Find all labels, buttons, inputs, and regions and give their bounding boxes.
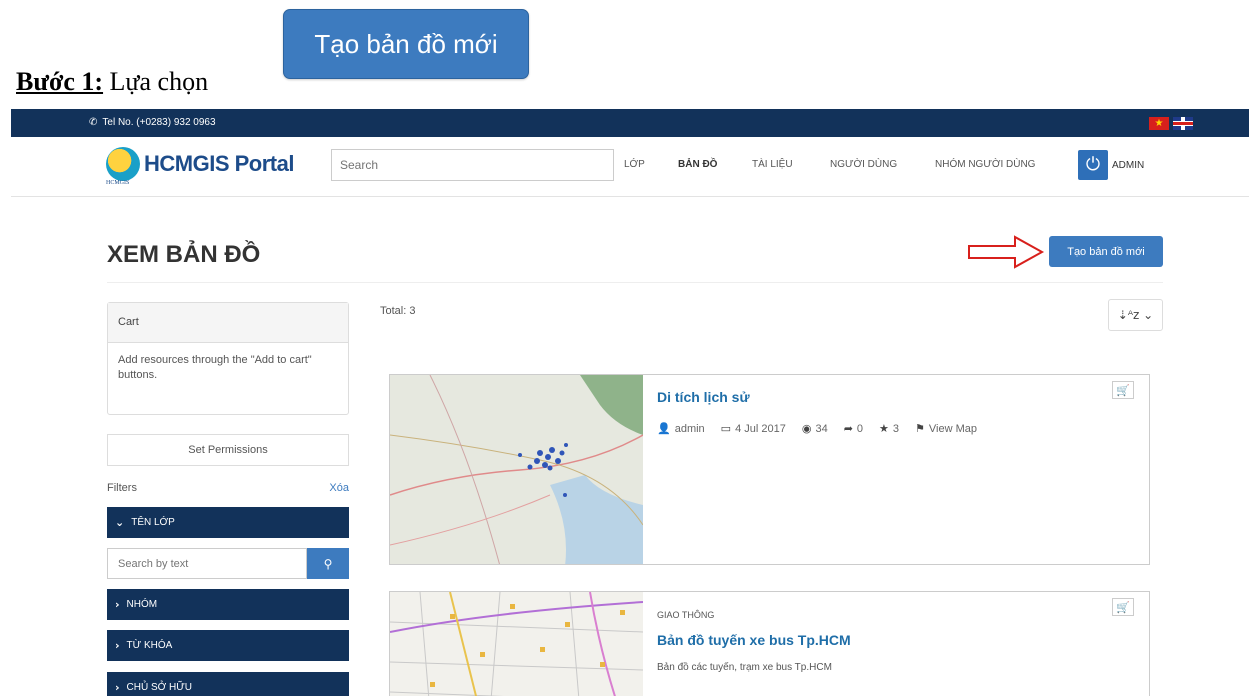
chevron-right-icon: › (115, 639, 120, 652)
sort-alpha-icon[interactable]: ⇣ᴬz ⌄ (1108, 299, 1163, 331)
brand-logo[interactable]: HCMGIS HCMGIS Portal (106, 147, 294, 186)
nav-layers[interactable]: LỚP (624, 159, 645, 170)
user-menu[interactable]: ⏻ ADMIN (1078, 150, 1144, 180)
facet-layer-name[interactable]: ⌄ TÊN LỚP (107, 507, 349, 538)
nav-people[interactable]: NGƯỜI DÙNG (830, 159, 897, 170)
date: ▭ 4 Jul 2017 (721, 422, 786, 435)
search-icon[interactable]: ⚲ (307, 548, 349, 579)
view-map-label: View Map (928, 423, 978, 435)
logo-mark-icon: HCMGIS (106, 147, 140, 186)
map-card[interactable]: 🛒 Di tích lịch sử 👤 admin ▭ 4 Jul 2017 ◉ 34… (389, 374, 1150, 565)
rating-value: 3 (892, 423, 900, 435)
facet-owner[interactable]: › CHỦ SỞ HỮU (107, 672, 349, 696)
map-marker-icon: ⚑ (915, 422, 925, 435)
cart-panel: Cart Add resources through the "Add to c… (107, 302, 349, 415)
phone-icon: ✆ (89, 117, 98, 128)
brand-name: HCMGIS Portal (144, 151, 294, 176)
cart-title: Cart (108, 303, 348, 343)
filters-label: Filters (107, 482, 137, 494)
map-title[interactable]: Bản đồ tuyến xe bus Tp.HCM (657, 632, 851, 648)
uk-flag-icon[interactable] (1173, 117, 1193, 130)
map-category: GIAO THÔNG (657, 610, 715, 620)
page-title: XEM BẢN ĐỒ (107, 241, 261, 268)
owner-name: admin (674, 423, 705, 435)
shopping-cart-icon[interactable]: 🛒 (1112, 381, 1134, 399)
facet-label: CHỦ SỞ HỮU (126, 682, 192, 693)
nav-maps[interactable]: BẢN ĐỒ (678, 159, 717, 170)
text-search: ⚲ (107, 548, 349, 579)
shopping-cart-icon[interactable]: 🛒 (1112, 598, 1134, 616)
map-description: Bản đồ các tuyến, trạm xe bus Tp.HCM (657, 662, 832, 673)
top-bar: ✆ Tel No. (+0283) 932 0963 ★ (11, 109, 1249, 137)
shares: ➦ 0 (844, 422, 863, 435)
view-map-link[interactable]: ⚑ View Map (915, 422, 977, 435)
set-permissions-button[interactable]: Set Permissions (107, 434, 349, 466)
portal-screenshot: ✆ Tel No. (+0283) 932 0963 ★ HCMGIS HCMG… (11, 109, 1249, 696)
step-button-illustration: Tạo bản đồ mới (283, 9, 529, 79)
owner[interactable]: 👤 admin (657, 422, 705, 435)
phone-contact: ✆ Tel No. (+0283) 932 0963 (89, 117, 216, 128)
language-switcher: ★ (1149, 117, 1193, 130)
facet-label: TỪ KHÓA (126, 640, 173, 651)
main-navbar: HCMGIS HCMGIS Portal LỚP BẢN ĐỒ TÀI LIỆU… (11, 137, 1249, 197)
date-value: 4 Jul 2017 (735, 423, 786, 435)
facet-label: TÊN LỚP (131, 517, 175, 528)
logo-subtext: HCMGIS (106, 180, 130, 186)
views: ◉ 34 (802, 422, 828, 435)
results-total: Total: 3 (380, 305, 416, 317)
views-count: 34 (815, 423, 828, 435)
chevron-right-icon: › (115, 598, 120, 611)
facet-group[interactable]: › NHÓM (107, 589, 349, 620)
chevron-right-icon: › (115, 681, 120, 694)
eye-icon: ◉ (801, 422, 812, 435)
facet-keyword[interactable]: › TỪ KHÓA (107, 630, 349, 661)
text-search-input[interactable] (107, 548, 307, 579)
map-meta: 👤 admin ▭ 4 Jul 2017 ◉ 34 ➦ 0 ★ 3 ⚑ View Map (657, 422, 977, 435)
nav-groups[interactable]: NHÓM NGƯỜI DÙNG (935, 159, 1035, 170)
user-name: ADMIN (1112, 159, 1145, 171)
step-caption: Bước 1: Lựa chọn (16, 67, 208, 97)
red-arrow-icon (968, 235, 1045, 269)
step-text: Lựa chọn (109, 67, 209, 96)
filters-header: Filters Xóa (107, 482, 349, 494)
shares-count: 0 (856, 423, 864, 435)
clear-filters-link[interactable]: Xóa (329, 482, 349, 494)
power-icon: ⏻ (1078, 150, 1108, 180)
star-icon: ★ (879, 422, 889, 435)
facet-label: NHÓM (126, 599, 158, 610)
calendar-icon: ▭ (720, 422, 732, 435)
share-icon: ➦ (843, 422, 853, 435)
title-divider (107, 282, 1163, 283)
vietnam-flag-icon[interactable]: ★ (1149, 117, 1169, 130)
map-title[interactable]: Di tích lịch sử (657, 389, 750, 405)
chevron-down-icon: ⌄ (115, 516, 125, 529)
map-thumbnail[interactable] (390, 592, 643, 696)
step-number: Bước 1: (16, 67, 104, 96)
rating: ★ 3 (879, 422, 899, 435)
phone-number: Tel No. (+0283) 932 0963 (102, 117, 216, 128)
search-input[interactable] (331, 149, 614, 181)
cart-hint: Add resources through the "Add to cart" … (118, 354, 312, 381)
create-map-button[interactable]: Tạo bản đồ mới (1049, 236, 1163, 267)
map-thumbnail[interactable] (390, 375, 643, 564)
nav-documents[interactable]: TÀI LIỆU (752, 159, 793, 170)
user-icon: 👤 (657, 422, 671, 435)
map-card[interactable]: 🛒 GIAO THÔNG Bản đồ tuyến xe bus Tp.HCM … (389, 591, 1150, 696)
